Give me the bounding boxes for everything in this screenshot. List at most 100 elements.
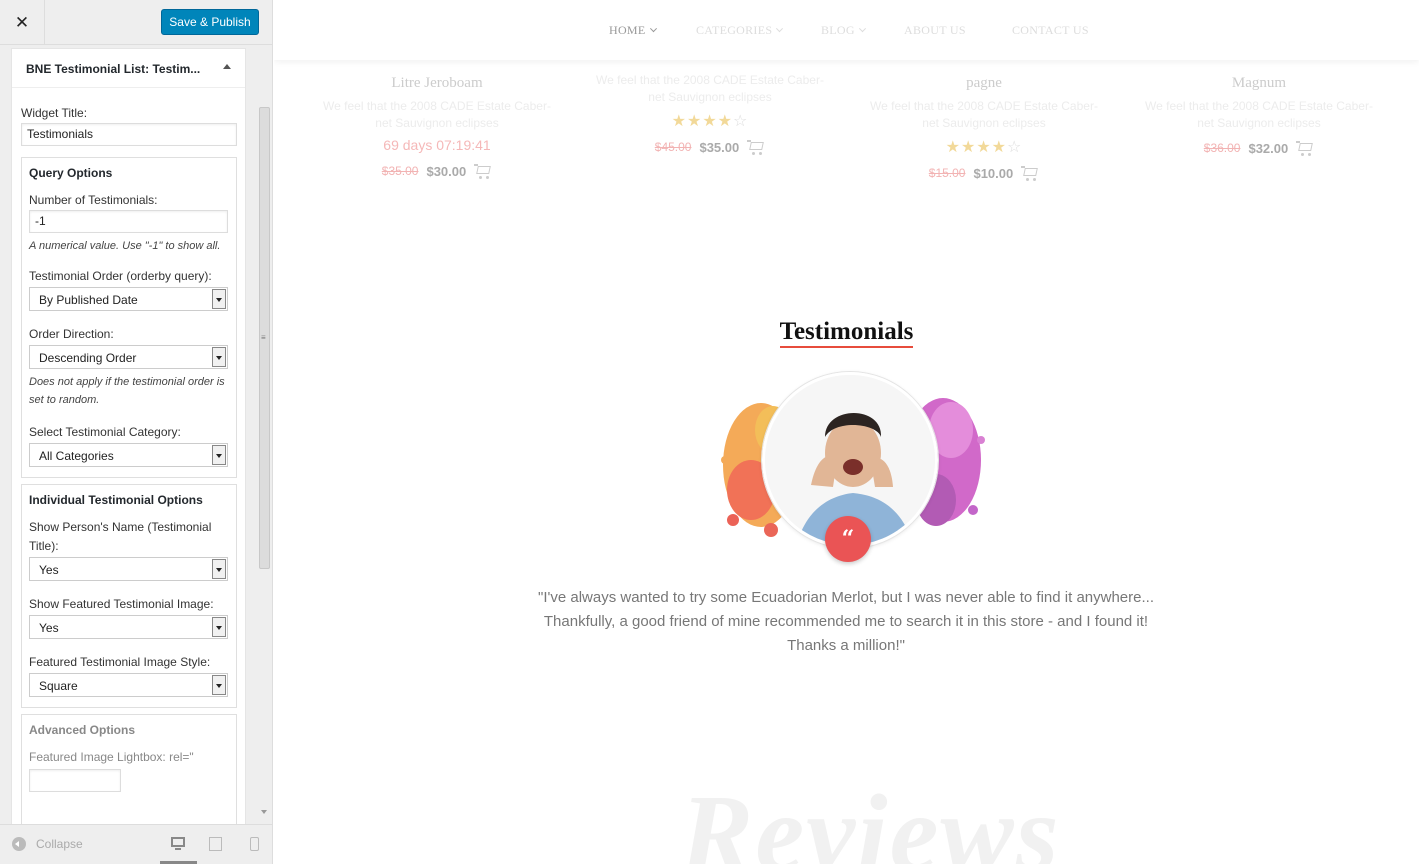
collapse-button[interactable]: Collapse — [12, 837, 83, 851]
show-image-label: Show Featured Testimonial Image: — [29, 597, 214, 611]
category-select-value: All Categories — [39, 449, 114, 463]
star-rating: ★★★★☆ — [585, 111, 835, 131]
sale-price: $30.00 — [426, 163, 467, 179]
category-select[interactable]: All Categories — [29, 443, 228, 467]
star-icon: ★ — [960, 139, 977, 156]
tablet-preview-icon[interactable] — [208, 837, 224, 851]
nav-about[interactable]: ABOUT US — [904, 23, 966, 38]
lightbox-label: Featured Image Lightbox: rel=" — [29, 750, 194, 764]
add-to-cart-icon[interactable] — [1296, 140, 1314, 156]
dropdown-arrow-icon[interactable] — [212, 675, 226, 695]
advanced-options-group: Advanced Options Featured Image Lightbox… — [21, 714, 237, 834]
collapse-arrow-icon[interactable] — [223, 64, 231, 69]
desktop-preview-icon[interactable] — [170, 837, 186, 851]
site-preview: HOME CATEGORIES BLOG ABOUT US CONTACT US… — [274, 0, 1419, 864]
product-description: We feel that the 2008 CADE Estate Caber-… — [323, 99, 551, 130]
dropdown-arrow-icon[interactable] — [212, 445, 226, 465]
image-style-label: Featured Testimonial Image Style: — [29, 655, 211, 669]
widget-title-input[interactable]: Testimonials — [21, 123, 237, 146]
advanced-options-heading: Advanced Options — [29, 723, 136, 737]
old-price: $45.00 — [654, 140, 692, 154]
star-icon: ★ — [717, 113, 734, 130]
widget-body: Widget Title: Testimonials Query Options… — [12, 88, 245, 834]
chevron-down-icon — [649, 25, 657, 33]
query-options-group: Query Options Number of Testimonials: -1… — [21, 157, 237, 478]
dropdown-arrow-icon[interactable] — [212, 347, 226, 367]
count-input[interactable]: -1 — [29, 210, 228, 233]
testimonial-image: “ — [711, 370, 991, 570]
reviews-watermark: Reviews — [680, 772, 1061, 864]
widget-header[interactable]: BNE Testimonial List: Testim... — [12, 49, 245, 88]
image-style-value: Square — [39, 679, 78, 693]
old-price: $15.00 — [928, 166, 966, 180]
add-to-cart-icon[interactable] — [747, 139, 765, 155]
product-description: We feel that the 2008 CADE Estate Caber-… — [596, 73, 824, 104]
product-description: We feel that the 2008 CADE Estate Caber-… — [1145, 99, 1373, 130]
widget-panel: BNE Testimonial List: Testim... Widget T… — [11, 48, 246, 864]
star-icon: ★ — [671, 113, 687, 130]
count-help: A numerical value. Use "-1" to show all. — [29, 240, 221, 252]
direction-help: Does not apply if the testimonial order … — [29, 376, 225, 406]
show-image-select[interactable]: Yes — [29, 615, 228, 639]
star-rating: ★★★★☆ — [859, 137, 1109, 157]
close-customizer-button[interactable]: ✕ — [0, 0, 45, 45]
individual-options-group: Individual Testimonial Options Show Pers… — [21, 484, 237, 708]
widget-header-title: BNE Testimonial List: Testim... — [26, 62, 201, 76]
star-icon: ★ — [702, 113, 718, 130]
direction-select[interactable]: Descending Order — [29, 345, 228, 369]
customizer-footer: Collapse — [0, 824, 272, 864]
sale-countdown: 69 days 07:19:41 — [383, 137, 491, 153]
scrollbar-grip-icon: ≡ — [261, 333, 266, 342]
mobile-preview-icon[interactable] — [249, 837, 265, 851]
save-publish-button[interactable]: Save & Publish — [161, 9, 259, 35]
nav-contact[interactable]: CONTACT US — [1012, 23, 1089, 38]
dropdown-arrow-icon[interactable] — [212, 289, 226, 309]
show-name-label: Show Person's Name (Testimonial Title): — [29, 520, 212, 553]
add-to-cart-icon[interactable] — [474, 163, 492, 179]
site-navbar: HOME CATEGORIES BLOG ABOUT US CONTACT US — [274, 0, 1419, 60]
category-label: Select Testimonial Category: — [29, 425, 181, 439]
star-icon: ★ — [991, 139, 1008, 156]
customizer-header: ✕ Save & Publish — [0, 0, 272, 45]
star-icon: ★ — [945, 139, 961, 156]
product-card[interactable]: pagne We feel that the 2008 CADE Estate C… — [859, 44, 1109, 185]
collapse-label: Collapse — [36, 837, 83, 851]
chevron-down-icon — [776, 25, 784, 33]
lightbox-input[interactable] — [29, 769, 121, 792]
old-price: $36.00 — [1203, 141, 1241, 155]
individual-options-heading: Individual Testimonial Options — [29, 493, 203, 507]
product-card[interactable]: Litre Jeroboam We feel that the 2008 CADE… — [312, 44, 562, 183]
dropdown-arrow-icon[interactable] — [212, 617, 226, 637]
testimonials-heading: Testimonials — [274, 318, 1419, 348]
customizer-sidebar: ✕ Save & Publish BNE Testimonial List: T… — [0, 0, 273, 864]
sale-price: $10.00 — [973, 165, 1014, 181]
scroll-down-arrow-icon[interactable] — [261, 810, 267, 814]
image-style-select[interactable]: Square — [29, 673, 228, 697]
direction-label: Order Direction: — [29, 327, 114, 341]
product-price: $15.00 $10.00 — [859, 161, 1109, 185]
sale-price: $32.00 — [1248, 140, 1289, 156]
quote-icon: “ — [825, 516, 871, 562]
add-to-cart-icon[interactable] — [1021, 165, 1039, 181]
sidebar-scrollbar[interactable]: ≡ — [258, 45, 272, 825]
nav-home[interactable]: HOME — [609, 23, 657, 38]
product-description: We feel that the 2008 CADE Estate Caber-… — [870, 99, 1098, 130]
product-card[interactable]: Magnum We feel that the 2008 CADE Estate … — [1134, 44, 1384, 160]
star-icon: ★ — [686, 113, 703, 130]
star-icon: ☆ — [1007, 139, 1023, 156]
query-options-heading: Query Options — [29, 166, 113, 180]
show-name-select[interactable]: Yes — [29, 557, 228, 581]
star-icon: ★ — [976, 139, 992, 156]
nav-blog[interactable]: BLOG — [821, 23, 866, 38]
count-label: Number of Testimonials: — [29, 193, 158, 207]
product-price: $35.00 $30.00 — [312, 159, 562, 183]
product-price: $45.00 $35.00 — [585, 135, 835, 159]
widget-title-label: Widget Title: — [21, 106, 88, 120]
star-icon: ☆ — [733, 113, 749, 130]
order-select[interactable]: By Published Date — [29, 287, 228, 311]
show-image-value: Yes — [39, 621, 59, 635]
sale-price: $35.00 — [699, 139, 740, 155]
show-name-value: Yes — [39, 563, 59, 577]
nav-categories[interactable]: CATEGORIES — [696, 23, 784, 38]
dropdown-arrow-icon[interactable] — [212, 559, 226, 579]
